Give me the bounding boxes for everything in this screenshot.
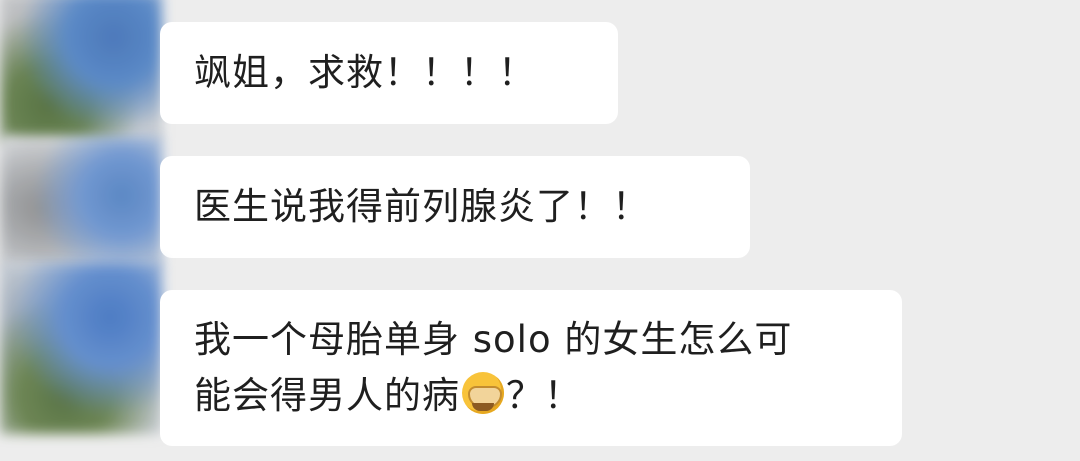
message-bubble[interactable]: 医生说我得前列腺炎了！！ [160,156,750,258]
message-text-line-2-end: ？！ [506,374,582,417]
message-text: 医生说我得前列腺炎了！！ [194,185,650,228]
message-bubble[interactable]: 我一个母胎单身 solo 的女生怎么可 能会得男人的病 ？！ [160,290,902,446]
message-text-line-2: 能会得男人的病 ？！ [194,368,902,424]
message-text-line-1: 我一个母胎单身 solo 的女生怎么可 [194,318,793,361]
sender-avatar[interactable] [0,0,162,142]
chat-thread: 飒姐，求救！！！！ 医生说我得前列腺炎了！！ 我一个母胎单身 solo 的女生怎… [0,0,1080,461]
sender-avatar[interactable] [0,262,162,434]
sender-avatar[interactable] [0,136,162,268]
face-palm-emoji-icon [462,372,504,414]
message-bubble[interactable]: 飒姐，求救！！！！ [160,22,618,124]
message-text: 飒姐，求救！！！！ [194,51,536,94]
message-text-line-2-start: 能会得男人的病 [194,374,460,417]
